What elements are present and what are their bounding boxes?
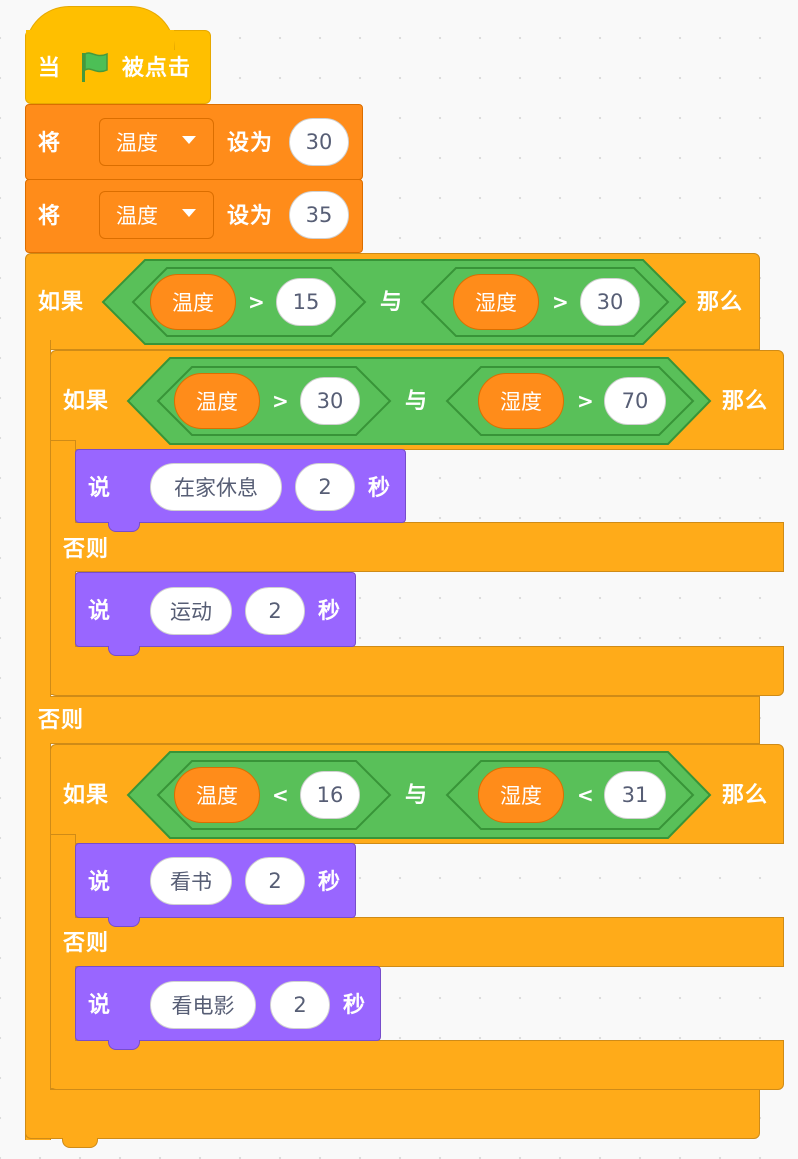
say4-message-input[interactable]: 看电影	[150, 981, 256, 1029]
lt-symbol: <	[577, 783, 594, 807]
dropdown-value: 温度	[116, 131, 158, 155]
clicked-label: 被点击	[122, 56, 192, 81]
say1-notch	[108, 522, 140, 532]
outer-bottom-bar	[25, 1089, 760, 1139]
outer-else-label: 否则	[38, 708, 85, 733]
inner2-arm-fill	[51, 836, 75, 1088]
humidity-reporter[interactable]: 湿度	[478, 373, 564, 429]
inner1-cond-value-2[interactable]: 70	[604, 377, 666, 425]
set-value-input-2[interactable]: 35	[289, 191, 349, 239]
say1-seconds-input[interactable]: 2	[295, 463, 355, 511]
set-label: 将	[38, 131, 62, 156]
gt-symbol: >	[272, 389, 289, 413]
gt-symbol: >	[248, 290, 265, 314]
inner2-else-label: 否则	[63, 931, 110, 956]
secs-label: 秒	[318, 870, 342, 895]
outer-cond-value-2[interactable]: 30	[580, 278, 640, 326]
secs-label: 秒	[343, 993, 367, 1018]
inner2-cond-value-1[interactable]: 16	[300, 771, 360, 819]
inner1-bottom-bar	[50, 646, 784, 696]
hat-cap-fill	[26, 30, 174, 52]
inner1-else-bar	[50, 522, 784, 572]
dropdown-arrow-icon	[182, 136, 196, 144]
lt-symbol: <	[272, 783, 289, 807]
temperature-reporter[interactable]: 温度	[174, 767, 260, 823]
gt-symbol: >	[577, 389, 594, 413]
temperature-reporter[interactable]: 温度	[150, 274, 236, 330]
inner1-cond-value-1[interactable]: 30	[300, 377, 360, 425]
outer-else-bar	[25, 696, 760, 744]
say4-seconds-input[interactable]: 2	[270, 981, 330, 1029]
set-label: 将	[38, 204, 62, 229]
variable-dropdown-temperature[interactable]: 温度	[99, 118, 214, 166]
dropdown-arrow-icon	[182, 209, 196, 217]
say1-message-input[interactable]: 在家休息	[150, 463, 282, 511]
inner1-if-label: 如果	[63, 389, 110, 414]
outer-notch	[62, 1138, 98, 1148]
inner1-then-label: 那么	[722, 389, 769, 414]
to-label: 设为	[227, 131, 274, 156]
and-label: 与	[405, 783, 429, 808]
say-label: 说	[88, 599, 112, 624]
dropdown-value: 温度	[116, 204, 158, 228]
inner2-then-label: 那么	[722, 783, 769, 808]
secs-label: 秒	[368, 476, 392, 501]
humidity-reporter[interactable]: 湿度	[478, 767, 564, 823]
say-label: 说	[88, 993, 112, 1018]
temperature-reporter[interactable]: 温度	[174, 373, 260, 429]
and-label: 与	[405, 389, 429, 414]
say3-seconds-input[interactable]: 2	[245, 857, 305, 905]
gt-symbol: >	[552, 290, 569, 314]
outer-then-label: 那么	[697, 290, 744, 315]
green-flag-icon	[78, 50, 112, 88]
outer-if-label: 如果	[38, 290, 85, 315]
say-label: 说	[88, 870, 112, 895]
say2-seconds-input[interactable]: 2	[245, 587, 305, 635]
and-label: 与	[380, 290, 404, 315]
inner2-bottom-bar	[50, 1040, 784, 1090]
say2-notch	[108, 646, 140, 656]
to-label: 设为	[227, 204, 274, 229]
inner1-arm-fill	[51, 442, 75, 694]
say2-message-input[interactable]: 运动	[150, 587, 232, 635]
say3-notch	[108, 917, 140, 927]
outer-cond-value-1[interactable]: 15	[276, 278, 336, 326]
say-label: 说	[88, 476, 112, 501]
say3-message-input[interactable]: 看书	[150, 857, 232, 905]
inner2-else-bar	[50, 917, 784, 967]
inner2-if-label: 如果	[63, 783, 110, 808]
humidity-reporter[interactable]: 湿度	[453, 274, 539, 330]
outer-arm-fill	[26, 344, 50, 1134]
variable-dropdown-temperature[interactable]: 温度	[99, 191, 214, 239]
set-value-input-1[interactable]: 30	[289, 118, 349, 166]
say4-notch	[108, 1040, 140, 1050]
inner2-cond-value-2[interactable]: 31	[604, 771, 666, 819]
inner1-else-label: 否则	[63, 537, 110, 562]
secs-label: 秒	[318, 599, 342, 624]
when-label: 当	[38, 56, 62, 81]
